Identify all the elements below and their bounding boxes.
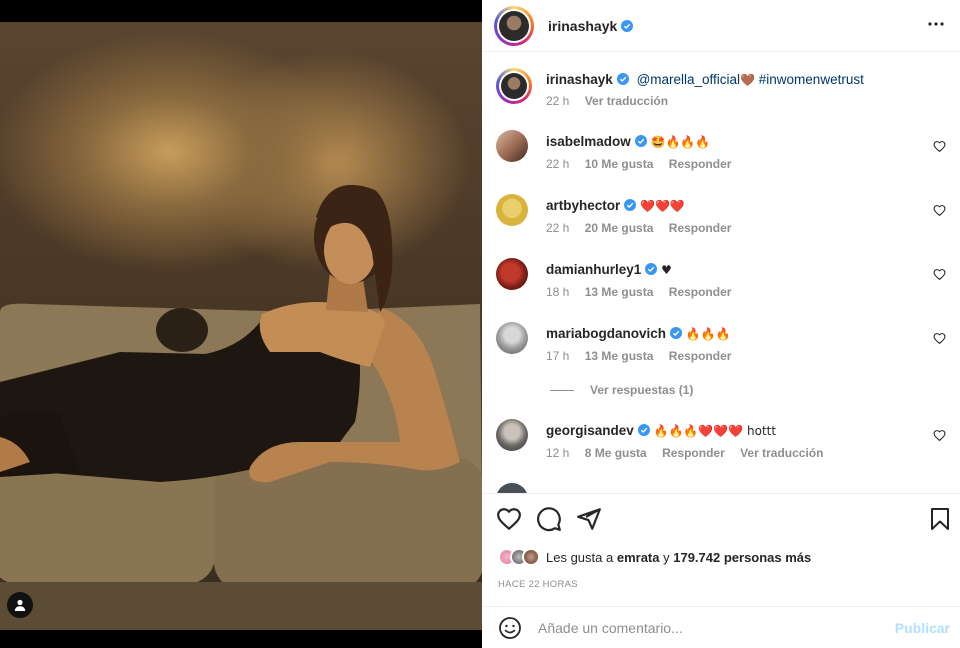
- comment-meta: 22 h 10 Me gusta Responder: [546, 157, 743, 171]
- post-comment-button[interactable]: Publicar: [895, 620, 950, 636]
- likes-first-user[interactable]: emrata: [617, 550, 660, 565]
- comment-row: isabelmadow 🤩🔥🔥🔥 22 h 10 Me gusta Respon…: [496, 130, 946, 180]
- likes-prefix: Les gusta a: [546, 549, 614, 565]
- comment-username[interactable]: mariabogdanovich: [546, 326, 666, 341]
- instagram-post-modal: irinashayk irinashayk @marella_official🤎…: [0, 0, 960, 648]
- comment-time: 12 h: [546, 446, 570, 460]
- comment-row: mariabogdanovich 🔥🔥🔥 17 h 13 Me gusta Re…: [496, 322, 946, 372]
- likes-connector: y: [663, 549, 670, 565]
- heart-icon[interactable]: [933, 429, 946, 442]
- share-icon[interactable]: [576, 506, 602, 532]
- liker-avatar: [522, 548, 540, 566]
- view-replies-button[interactable]: Ver respuestas (1): [550, 383, 693, 397]
- caption-meta: 22 h Ver traducción: [546, 94, 680, 108]
- verified-icon: [616, 73, 629, 85]
- comment-reply-button[interactable]: Responder: [669, 221, 732, 235]
- comment-text: ❤️❤️❤️: [640, 199, 685, 213]
- author-avatar[interactable]: [494, 5, 534, 46]
- comment-row: artbyhector ❤️❤️❤️ 22 h 20 Me gusta Resp…: [496, 194, 946, 244]
- verified-icon: [634, 135, 647, 147]
- comment-time: 17 h: [546, 349, 570, 363]
- author-username[interactable]: irinashayk: [548, 18, 617, 34]
- post-actions: Les gusta a emrata y 179.742 personas má…: [482, 493, 960, 605]
- post-timestamp: HACE 22 HORAS: [498, 579, 578, 590]
- photo-panel: [0, 0, 482, 648]
- comment-translate-link[interactable]: Ver traducción: [740, 446, 823, 460]
- caption-translate-link[interactable]: Ver traducción: [585, 94, 668, 108]
- photo-illustration: [0, 184, 482, 630]
- comment-username[interactable]: artbyhector: [546, 198, 620, 213]
- comment-text: ♥: [661, 263, 672, 277]
- bookmark-icon[interactable]: [928, 506, 952, 532]
- heart-icon[interactable]: [933, 268, 946, 281]
- post-side-panel: irinashayk irinashayk @marella_official🤎…: [482, 0, 960, 648]
- heart-icon[interactable]: [496, 506, 522, 532]
- commenter-avatar[interactable]: [496, 419, 528, 451]
- commenter-avatar[interactable]: [496, 483, 528, 493]
- heart-icon[interactable]: [933, 332, 946, 345]
- user-tag-icon: [14, 599, 26, 611]
- verified-icon: [621, 19, 634, 32]
- emoji-icon[interactable]: [498, 616, 522, 640]
- comment-likes[interactable]: 10 Me gusta: [585, 157, 654, 171]
- comment-reply-button[interactable]: Responder: [669, 349, 732, 363]
- likes-summary: Les gusta a emrata y 179.742 personas má…: [498, 548, 811, 566]
- comment-reply-button[interactable]: Responder: [662, 446, 725, 460]
- comment-input[interactable]: [538, 619, 878, 636]
- comment-likes[interactable]: 20 Me gusta: [585, 221, 654, 235]
- comment-text: 🔥🔥🔥❤️❤️❤️ hottt: [653, 424, 777, 438]
- comment-meta: 12 h 8 Me gusta Responder Ver traducción: [546, 446, 835, 460]
- caption-mention[interactable]: @marella_official: [637, 72, 741, 87]
- heart-icon[interactable]: [933, 204, 946, 217]
- comment-likes[interactable]: 13 Me gusta: [585, 349, 654, 363]
- comment-username[interactable]: georgisandev: [546, 423, 634, 438]
- comment-time: 22 h: [546, 157, 570, 171]
- verified-icon: [624, 199, 637, 211]
- comment-username[interactable]: damianhurley1: [546, 262, 641, 277]
- heart-icon[interactable]: [933, 140, 946, 153]
- commenter-avatar[interactable]: [496, 194, 528, 226]
- caption-hashtag[interactable]: #inwomenwetrust: [759, 72, 864, 87]
- comment-time: 18 h: [546, 285, 570, 299]
- comment-meta: 18 h 13 Me gusta Responder: [546, 285, 743, 299]
- post-caption: irinashayk @marella_official🤎 #inwomenwe…: [496, 68, 946, 120]
- comments-list[interactable]: irinashayk @marella_official🤎 #inwomenwe…: [482, 53, 960, 493]
- comment-row: georgisandev 🔥🔥🔥❤️❤️❤️ hottt 12 h 8 Me g…: [496, 419, 946, 469]
- comment-meta: 17 h 13 Me gusta Responder: [546, 349, 743, 363]
- commenter-avatar[interactable]: [496, 322, 528, 354]
- comment-icon[interactable]: [536, 506, 562, 532]
- user-tag-button[interactable]: [7, 592, 33, 618]
- comment-reply-button[interactable]: Responder: [669, 285, 732, 299]
- replies-divider: [550, 390, 574, 392]
- more-icon[interactable]: [924, 12, 948, 36]
- verified-icon: [637, 424, 650, 436]
- verified-icon: [670, 327, 683, 339]
- comment-time: 22 h: [546, 221, 570, 235]
- comment-reply-button[interactable]: Responder: [669, 157, 732, 171]
- comment-row: damianhurley1 ♥ 18 h 13 Me gusta Respond…: [496, 258, 946, 308]
- comment-text: 🤩🔥🔥🔥: [650, 135, 711, 149]
- caption-author-avatar[interactable]: [496, 68, 532, 104]
- likes-text: Les gusta a emrata y 179.742 personas má…: [546, 550, 811, 565]
- post-photo[interactable]: [0, 22, 482, 630]
- caption-username[interactable]: irinashayk: [546, 72, 613, 87]
- comment-text: 🔥🔥🔥: [685, 327, 731, 341]
- comment-likes[interactable]: 13 Me gusta: [585, 285, 654, 299]
- comment-row-partial: [496, 483, 946, 493]
- commenter-avatar[interactable]: [496, 258, 528, 290]
- view-replies-label: Ver respuestas (1): [590, 383, 694, 397]
- caption-time: 22 h: [546, 94, 570, 108]
- comment-username[interactable]: isabelmadow: [546, 134, 631, 149]
- post-header: irinashayk: [482, 0, 960, 52]
- caption-emoji: 🤎: [740, 73, 756, 87]
- comment-meta: 22 h 20 Me gusta Responder: [546, 221, 743, 235]
- verified-icon: [645, 263, 658, 275]
- likes-others[interactable]: 179.742 personas más: [673, 550, 811, 565]
- comment-likes[interactable]: 8 Me gusta: [585, 446, 647, 460]
- add-comment-bar: Publicar: [482, 606, 960, 648]
- commenter-avatar[interactable]: [496, 130, 528, 162]
